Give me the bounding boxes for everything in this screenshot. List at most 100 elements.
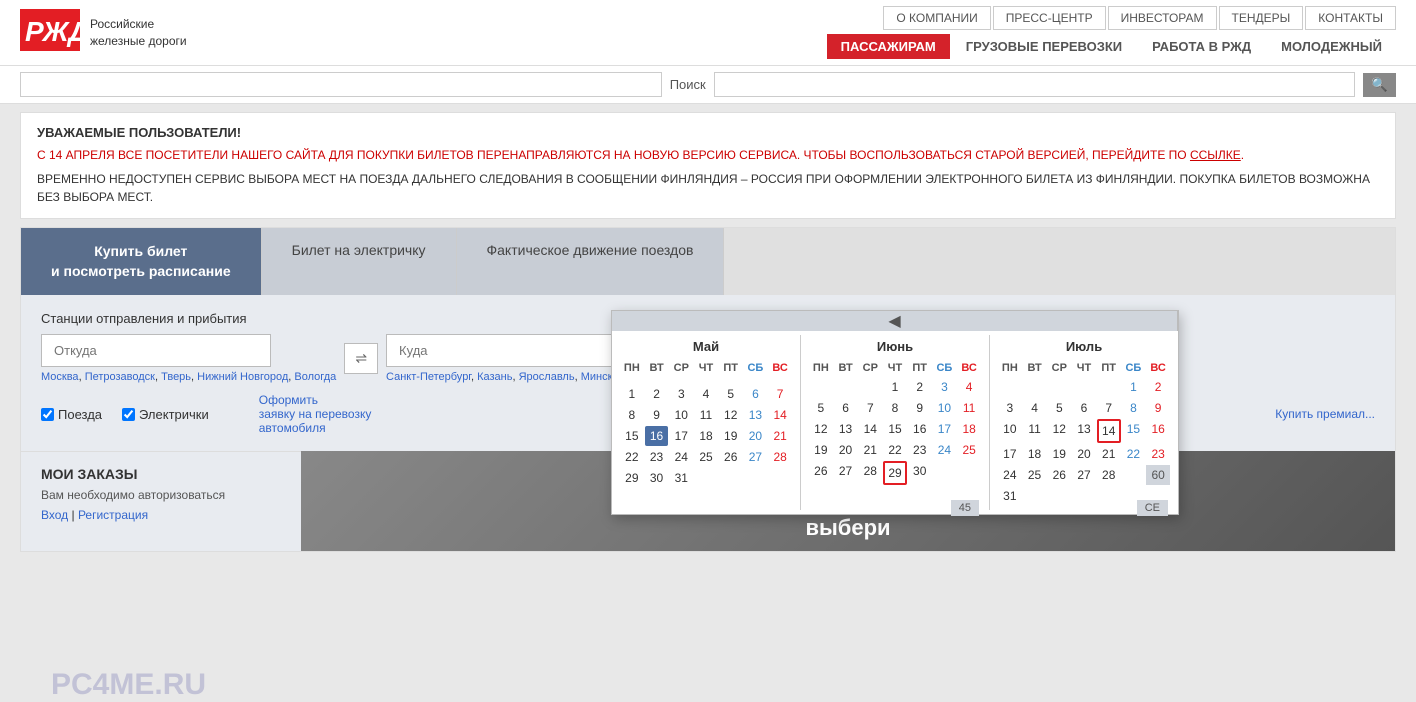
nav-btn-work[interactable]: РАБОТА В РЖД bbox=[1138, 34, 1265, 59]
may-day-31[interactable]: 31 bbox=[669, 468, 693, 488]
july-day-6[interactable]: 6 bbox=[1072, 398, 1096, 418]
july-day-21[interactable]: 21 bbox=[1097, 444, 1121, 464]
june-day-20[interactable]: 20 bbox=[834, 440, 858, 460]
may-day-11[interactable]: 11 bbox=[694, 405, 718, 425]
june-day-22[interactable]: 22 bbox=[883, 440, 907, 460]
july-day-13[interactable]: 13 bbox=[1072, 419, 1096, 443]
calendar-prev-button[interactable]: ◀ bbox=[612, 311, 1178, 331]
june-day-17[interactable]: 17 bbox=[933, 419, 957, 439]
may-day-20[interactable]: 20 bbox=[744, 426, 768, 446]
july-day-29-placeholder[interactable] bbox=[1122, 465, 1146, 485]
nav-btn-company[interactable]: О КОМПАНИИ bbox=[883, 6, 990, 30]
july-day-4[interactable]: 4 bbox=[1023, 398, 1047, 418]
elektrichka-checkbox[interactable] bbox=[122, 408, 135, 421]
july-day-19[interactable]: 19 bbox=[1047, 444, 1071, 464]
june-day-23[interactable]: 23 bbox=[908, 440, 932, 460]
june-day-4[interactable]: 4 bbox=[957, 377, 981, 397]
june-day-24[interactable]: 24 bbox=[933, 440, 957, 460]
search-button[interactable]: 🔍 bbox=[1363, 73, 1396, 97]
nav-btn-contacts[interactable]: КОНТАКТЫ bbox=[1305, 6, 1396, 30]
july-day-26[interactable]: 26 bbox=[1047, 465, 1071, 485]
may-day-28[interactable]: 28 bbox=[768, 447, 792, 467]
tab-elektrichka[interactable]: Билет на электричку bbox=[262, 228, 457, 295]
may-day-9[interactable]: 9 bbox=[645, 405, 669, 425]
june-day-8[interactable]: 8 bbox=[883, 398, 907, 418]
may-day-23[interactable]: 23 bbox=[645, 447, 669, 467]
july-day-18[interactable]: 18 bbox=[1023, 444, 1047, 464]
may-day-4[interactable]: 4 bbox=[694, 384, 718, 404]
may-day-12[interactable]: 12 bbox=[719, 405, 743, 425]
june-day-28[interactable]: 28 bbox=[858, 461, 882, 485]
may-day-14[interactable]: 14 bbox=[768, 405, 792, 425]
may-day-27[interactable]: 27 bbox=[744, 447, 768, 467]
july-day-16[interactable]: 16 bbox=[1146, 419, 1170, 443]
hint-minsk[interactable]: Минск bbox=[581, 371, 613, 383]
july-day-17[interactable]: 17 bbox=[998, 444, 1022, 464]
may-day-6[interactable]: 6 bbox=[744, 384, 768, 404]
may-day-21[interactable]: 21 bbox=[768, 426, 792, 446]
tab-actual-movement[interactable]: Фактическое движение поездов bbox=[457, 228, 725, 295]
july-day-15[interactable]: 15 bbox=[1122, 419, 1146, 443]
june-day-19[interactable]: 19 bbox=[809, 440, 833, 460]
tab-buy-ticket[interactable]: Купить билет и посмотреть расписание bbox=[21, 228, 262, 295]
june-day-15[interactable]: 15 bbox=[883, 419, 907, 439]
june-day-18[interactable]: 18 bbox=[957, 419, 981, 439]
train-checkbox-label[interactable]: Поезда bbox=[41, 407, 102, 422]
train-checkbox[interactable] bbox=[41, 408, 54, 421]
july-day-12[interactable]: 12 bbox=[1047, 419, 1071, 443]
notice-link[interactable]: ССЫЛКЕ bbox=[1190, 148, 1241, 162]
nav-btn-tenders[interactable]: ТЕНДЕРЫ bbox=[1219, 6, 1304, 30]
july-day-7[interactable]: 7 bbox=[1097, 398, 1121, 418]
hint-moscow[interactable]: Москва bbox=[41, 371, 79, 383]
nav-btn-passengers[interactable]: ПАССАЖИРАМ bbox=[827, 34, 950, 59]
may-day-30[interactable]: 30 bbox=[645, 468, 669, 488]
may-day-1[interactable]: 1 bbox=[620, 384, 644, 404]
june-day-21[interactable]: 21 bbox=[858, 440, 882, 460]
may-day-24[interactable]: 24 bbox=[669, 447, 693, 467]
july-day-24[interactable]: 24 bbox=[998, 465, 1022, 485]
july-day-10[interactable]: 10 bbox=[998, 419, 1022, 443]
search-input[interactable] bbox=[714, 72, 1356, 97]
hint-petrozavodsk[interactable]: Петрозаводск bbox=[85, 371, 155, 383]
nav-btn-youth[interactable]: МОЛОДЕЖНЫЙ bbox=[1267, 34, 1396, 59]
may-day-15[interactable]: 15 bbox=[620, 426, 644, 446]
nav-btn-press[interactable]: ПРЕСС-ЦЕНТР bbox=[993, 6, 1106, 30]
june-day-9[interactable]: 9 bbox=[908, 398, 932, 418]
swap-stations-button[interactable]: ⇌ bbox=[344, 343, 378, 374]
may-day-8[interactable]: 8 bbox=[620, 405, 644, 425]
june-day-16[interactable]: 16 bbox=[908, 419, 932, 439]
june-day-2[interactable]: 2 bbox=[908, 377, 932, 397]
july-day-25[interactable]: 25 bbox=[1023, 465, 1047, 485]
hint-spb[interactable]: Санкт-Петербург bbox=[386, 371, 471, 383]
july-day-8[interactable]: 8 bbox=[1122, 398, 1146, 418]
may-day-7[interactable]: 7 bbox=[768, 384, 792, 404]
may-day-5[interactable]: 5 bbox=[719, 384, 743, 404]
may-day-19[interactable]: 19 bbox=[719, 426, 743, 446]
hint-kazan[interactable]: Казань bbox=[477, 371, 512, 383]
july-day-22[interactable]: 22 bbox=[1122, 444, 1146, 464]
hint-nizhny[interactable]: Нижний Новгород bbox=[197, 371, 288, 383]
june-day-6[interactable]: 6 bbox=[834, 398, 858, 418]
june-day-25[interactable]: 25 bbox=[957, 440, 981, 460]
main-search-input[interactable] bbox=[20, 72, 662, 97]
july-day-5[interactable]: 5 bbox=[1047, 398, 1071, 418]
elektrichka-checkbox-label[interactable]: Электрички bbox=[122, 407, 209, 422]
car-delivery-link[interactable]: Оформитьзаявку на перевозкуавтомобиля bbox=[259, 393, 372, 435]
june-day-12[interactable]: 12 bbox=[809, 419, 833, 439]
may-day-10[interactable]: 10 bbox=[669, 405, 693, 425]
july-day-14-selected[interactable]: 14 bbox=[1097, 419, 1121, 443]
june-day-14[interactable]: 14 bbox=[858, 419, 882, 439]
from-station-input[interactable] bbox=[41, 334, 271, 367]
july-day-27[interactable]: 27 bbox=[1072, 465, 1096, 485]
july-day-3[interactable]: 3 bbox=[998, 398, 1022, 418]
hint-yaroslavl[interactable]: Ярославль bbox=[519, 371, 575, 383]
may-day-29[interactable]: 29 bbox=[620, 468, 644, 488]
may-day-16-today[interactable]: 16 bbox=[645, 426, 669, 446]
june-day-13[interactable]: 13 bbox=[834, 419, 858, 439]
hint-tver[interactable]: Тверь bbox=[161, 371, 191, 383]
may-day-2[interactable]: 2 bbox=[645, 384, 669, 404]
june-day-11[interactable]: 11 bbox=[957, 398, 981, 418]
may-day-13[interactable]: 13 bbox=[744, 405, 768, 425]
june-day-27[interactable]: 27 bbox=[834, 461, 858, 485]
july-day-9[interactable]: 9 bbox=[1146, 398, 1170, 418]
